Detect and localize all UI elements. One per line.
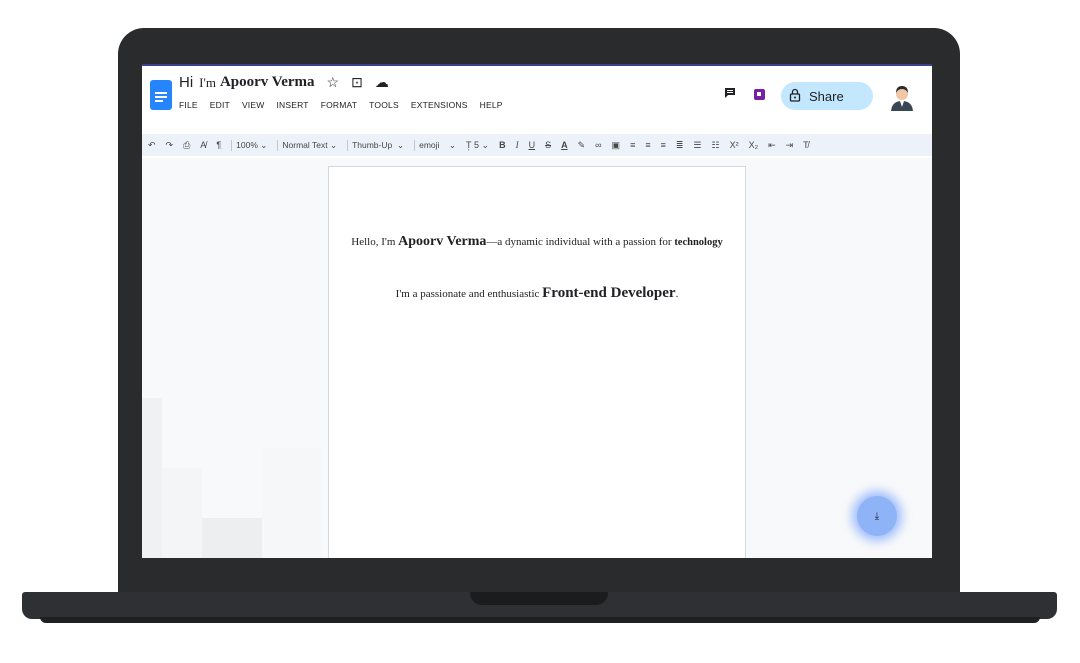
star-icon[interactable]: ☆	[327, 74, 340, 91]
laptop-notch	[470, 592, 608, 605]
document-title[interactable]: Hi I'm Apoorv Verma ☆ ⊡ ☁	[179, 74, 389, 91]
menu-help[interactable]: HELP	[480, 100, 503, 110]
meet-icon[interactable]	[754, 89, 765, 100]
align-left-icon[interactable]: ≡	[630, 140, 635, 150]
menu-tools[interactable]: TOOLS	[369, 100, 399, 110]
menu-insert[interactable]: INSERT	[276, 100, 308, 110]
lock-icon	[789, 88, 801, 105]
align-center-icon[interactable]: ≡	[645, 140, 650, 150]
align-right-icon[interactable]: ≡	[661, 140, 666, 150]
bold-button[interactable]: B	[499, 140, 506, 150]
blur-block	[262, 448, 322, 558]
highlight-icon[interactable]: ✎	[578, 140, 586, 151]
print-icon[interactable]: ⎙	[183, 140, 190, 151]
font-size-select[interactable]: T̩ 5 ⌄	[466, 140, 489, 151]
document-page[interactable]: Hello, I'm Apoorv Verma—a dynamic indivi…	[328, 166, 746, 558]
superscript-button[interactable]: X²	[730, 140, 739, 150]
font-select[interactable]: Thumb-Up ⌄	[347, 139, 404, 151]
style-select[interactable]: Normal Text ⌄	[277, 139, 337, 151]
download-fab[interactable]: ⤓	[857, 496, 897, 536]
title-im: I'm	[199, 74, 216, 90]
redo-icon[interactable]: ↷	[166, 140, 174, 151]
clear-formatting-icon[interactable]: T̸	[803, 140, 809, 150]
spellcheck-icon[interactable]: A̸	[200, 140, 206, 150]
formatting-toolbar: ↶ ↷ ⎙ A̸ ¶ 100% ⌄ Normal Text ⌄ Thumb-Up…	[142, 134, 932, 156]
subscript-button[interactable]: X₂	[749, 140, 759, 150]
blur-block	[162, 468, 202, 558]
menu-bar: FILE EDIT VIEW INSERT FORMAT TOOLS EXTEN…	[179, 100, 503, 110]
top-accent-bar	[142, 64, 932, 66]
bullet-list-icon[interactable]: ☷	[711, 140, 719, 151]
link-icon[interactable]: ∞	[595, 140, 601, 150]
avatar[interactable]	[889, 83, 915, 111]
text-color-button[interactable]: A	[561, 140, 568, 150]
laptop-base-shadow	[40, 617, 1040, 623]
screen: Hi I'm Apoorv Verma ☆ ⊡ ☁ FILE EDIT VIEW…	[142, 64, 932, 558]
title-hi: Hi	[179, 74, 194, 91]
technology-text: technology	[674, 237, 723, 248]
menu-view[interactable]: VIEW	[242, 100, 265, 110]
share-button[interactable]: Share	[781, 82, 873, 110]
blur-block	[142, 398, 162, 558]
comment-icon[interactable]	[724, 87, 736, 98]
menu-format[interactable]: FORMAT	[321, 100, 357, 110]
strikethrough-button[interactable]: S	[545, 140, 551, 150]
docs-logo-icon[interactable]	[150, 80, 172, 110]
font2-select[interactable]: emoji ⌄	[414, 139, 456, 151]
move-folder-icon[interactable]: ⊡	[351, 74, 363, 91]
name-text: Apoorv Verma	[398, 234, 487, 249]
paragraph-intro: Hello, I'm Apoorv Verma—a dynamic indivi…	[351, 234, 723, 249]
zoom-select[interactable]: 100% ⌄	[231, 139, 267, 151]
indent-increase-icon[interactable]: ⇥	[786, 140, 794, 151]
indent-decrease-icon[interactable]: ⇤	[768, 140, 776, 151]
undo-icon[interactable]: ↶	[148, 140, 156, 151]
numbered-list-icon[interactable]: ☰	[693, 140, 701, 151]
menu-file[interactable]: FILE	[179, 100, 198, 110]
align-justify-icon[interactable]: ≣	[676, 140, 684, 151]
menu-extensions[interactable]: EXTENSIONS	[411, 100, 468, 110]
image-icon[interactable]: ▣	[612, 140, 621, 151]
cloud-status-icon[interactable]: ☁	[375, 74, 389, 91]
font-size-icon: T̩	[465, 140, 472, 150]
italic-button[interactable]: I	[516, 140, 519, 150]
title-name: Apoorv Verma	[219, 74, 315, 90]
share-label: Share	[809, 88, 844, 104]
paint-format-icon[interactable]: ¶	[216, 140, 221, 150]
menu-edit[interactable]: EDIT	[210, 100, 230, 110]
download-icon: ⤓	[874, 510, 880, 522]
role-text: Front-end Developer	[542, 285, 676, 301]
document-canvas: Hello, I'm Apoorv Verma—a dynamic indivi…	[142, 158, 932, 558]
blur-block	[202, 518, 262, 558]
paragraph-role: I'm a passionate and enthusiastic Front-…	[395, 285, 679, 301]
underline-button[interactable]: U	[529, 140, 536, 150]
